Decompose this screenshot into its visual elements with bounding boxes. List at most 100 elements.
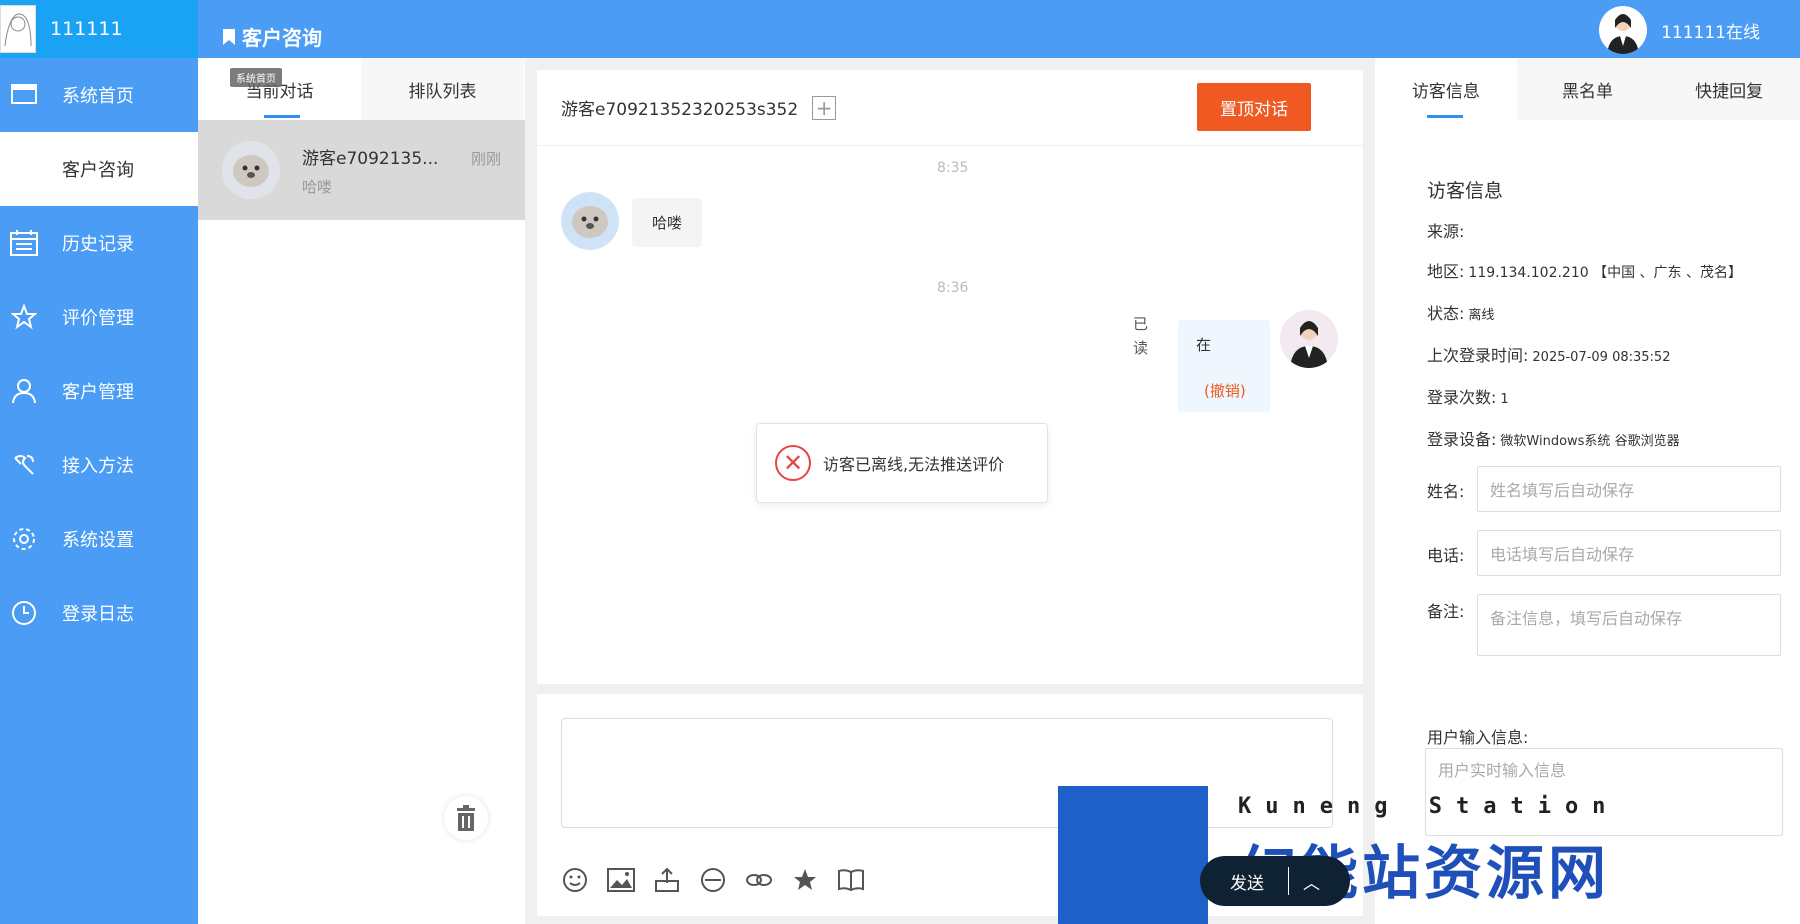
device-label: 登录设备: <box>1427 430 1497 449</box>
book-icon[interactable] <box>837 866 865 894</box>
sidebar-item-rating[interactable]: 评价管理 <box>0 280 198 354</box>
logo-tagline: Kuneng Station <box>1238 794 1620 819</box>
delete-button[interactable] <box>444 796 488 840</box>
agent-message-avatar <box>1280 310 1338 368</box>
calendar-list-icon <box>10 229 38 257</box>
page-title: 客户咨询 <box>222 22 322 51</box>
visitor-panel-title: 访客信息 <box>1427 180 1504 202</box>
gear-icon <box>10 525 38 553</box>
user-avatar[interactable] <box>0 5 36 53</box>
user-icon <box>10 377 38 405</box>
sidebar-item-label: 客户咨询 <box>62 160 134 181</box>
brand: 111111 <box>0 0 198 58</box>
message-time: 8:36 <box>937 280 969 296</box>
sidebar-item-home[interactable]: 系统首页 <box>0 58 198 132</box>
sidebar-item-login-log[interactable]: 登录日志 <box>0 576 198 650</box>
sidebar-item-label: 系统设置 <box>62 530 134 551</box>
chat-window: 游客e70921352320253s352 + 置顶对话 8:35 哈喽 8:3… <box>537 70 1363 684</box>
status-label: 状态: <box>1427 304 1465 323</box>
chat-header: 游客e70921352320253s352 + 置顶对话 <box>537 70 1363 146</box>
sidebar-item-label: 接入方法 <box>62 456 134 477</box>
visitor-message-bubble: 哈喽 <box>632 198 703 247</box>
revoke-link[interactable]: (撤销) <box>1204 380 1246 401</box>
last-login-row: 上次登录时间: 2025-07-09 08:35:52 <box>1427 342 1670 366</box>
user-input-label: 用户输入信息: <box>1427 728 1529 747</box>
visitor-panel-tabs: 访客信息 黑名单 快捷回复 <box>1375 58 1800 120</box>
region-row: 地区: 119.134.102.210 【中国 、广东 、茂名】 <box>1427 258 1742 282</box>
login-count-row: 登录次数: 1 <box>1427 384 1509 408</box>
sidebar-item-settings[interactable]: 系统设置 <box>0 502 198 576</box>
last-login-label: 上次登录时间: <box>1427 346 1529 365</box>
region-value: 119.134.102.210 【中国 、广东 、茂名】 <box>1468 265 1742 281</box>
note-label: 备注: <box>1427 602 1465 621</box>
device-value: 微软Windows系统 谷歌浏览器 <box>1500 434 1680 449</box>
tooltip: 系统首页 <box>230 68 282 87</box>
source-row: 来源: <box>1427 218 1468 242</box>
pin-conversation-button[interactable]: 置顶对话 <box>1197 83 1311 131</box>
top-bar: 111111 客户咨询 111111在线 <box>0 0 1800 58</box>
sidebar-item-consult[interactable]: 客户咨询 <box>0 132 198 206</box>
sidebar-item-history[interactable]: 历史记录 <box>0 206 198 280</box>
sidebar-item-label: 登录日志 <box>62 604 134 625</box>
chat-toolbar <box>561 866 865 894</box>
divider <box>1288 867 1289 895</box>
watermark-logo: Kuneng Station 幻能站资源网 <box>1058 786 1630 924</box>
link-icon[interactable] <box>745 866 773 894</box>
agent-status-area[interactable]: 111111在线 <box>1599 6 1760 54</box>
source-label: 来源: <box>1427 222 1465 241</box>
sidebar-item-label: 评价管理 <box>62 308 134 329</box>
tab-label: 黑名单 <box>1562 81 1613 102</box>
login-count-value: 1 <box>1500 392 1509 407</box>
star-icon[interactable] <box>791 866 819 894</box>
emoji-icon[interactable] <box>561 866 589 894</box>
name-label: 姓名: <box>1427 482 1465 501</box>
sidebar-item-label: 客户管理 <box>62 382 134 403</box>
tab-current-conversations[interactable]: 当前对话 系统首页 <box>198 58 361 120</box>
conversation-last-message: 哈喽 <box>302 178 333 196</box>
tab-label: 快捷回复 <box>1695 81 1764 102</box>
tab-label: 排队列表 <box>408 81 477 102</box>
status-row: 状态: 离线 <box>1427 300 1494 324</box>
conversation-time: 刚刚 <box>470 150 501 168</box>
sidebar-item-label: 系统首页 <box>62 86 134 107</box>
upload-icon[interactable] <box>653 866 681 894</box>
sidebar-item-customers[interactable]: 客户管理 <box>0 354 198 428</box>
tab-queue-list[interactable]: 排队列表 <box>361 58 524 120</box>
bookmark-icon <box>223 28 235 45</box>
close-circle-icon: ✕ <box>775 445 811 481</box>
phone-field[interactable]: 电话填写后自动保存 <box>1477 530 1781 576</box>
block-icon[interactable] <box>699 866 727 894</box>
list-item[interactable]: 游客e7092135... 哈喽 刚刚 <box>198 120 525 220</box>
conversation-list: 当前对话 系统首页 排队列表 游客e7092135... 哈喽 刚刚 <box>198 58 525 924</box>
monitor-icon <box>10 81 38 109</box>
phone-label: 电话: <box>1427 546 1465 565</box>
sidebar: 系统首页 客户咨询 历史记录 评价管理 客户管理 接入方法 系统设置 登录日志 <box>0 58 198 924</box>
send-button[interactable]: 发送 ︿ <box>1200 856 1350 906</box>
chevron-up-icon[interactable]: ︿ <box>1303 869 1320 894</box>
image-icon[interactable] <box>607 866 635 894</box>
read-status: 已读 <box>1133 315 1149 357</box>
agent-avatar[interactable] <box>1599 6 1648 54</box>
trash-icon <box>457 805 475 831</box>
name-field[interactable]: 姓名填写后自动保存 <box>1477 466 1781 512</box>
note-field[interactable]: 备注信息，填写后自动保存 <box>1477 594 1781 656</box>
star-icon <box>10 303 38 331</box>
tab-quick-reply[interactable]: 快捷回复 <box>1658 58 1800 120</box>
chat-icon <box>10 155 38 183</box>
device-row: 登录设备: 微软Windows系统 谷歌浏览器 <box>1427 426 1680 450</box>
login-count-label: 登录次数: <box>1427 388 1497 407</box>
conversation-name: 游客e7092135... <box>302 149 439 169</box>
tab-visitor-info[interactable]: 访客信息 <box>1375 58 1517 120</box>
agent-status: 111111在线 <box>1661 22 1760 43</box>
page-title-text: 客户咨询 <box>242 26 322 50</box>
add-icon[interactable]: + <box>812 95 837 120</box>
visitor-message-avatar <box>561 192 619 250</box>
message-time: 8:35 <box>937 160 969 176</box>
last-login-value: 2025-07-09 08:35:52 <box>1532 350 1671 365</box>
tab-blacklist[interactable]: 黑名单 <box>1516 58 1659 120</box>
sidebar-item-label: 历史记录 <box>62 234 134 255</box>
visitor-avatar <box>222 141 280 199</box>
clock-icon <box>10 599 38 627</box>
sidebar-item-integration[interactable]: 接入方法 <box>0 428 198 502</box>
conversation-tabs: 当前对话 系统首页 排队列表 <box>198 58 525 120</box>
